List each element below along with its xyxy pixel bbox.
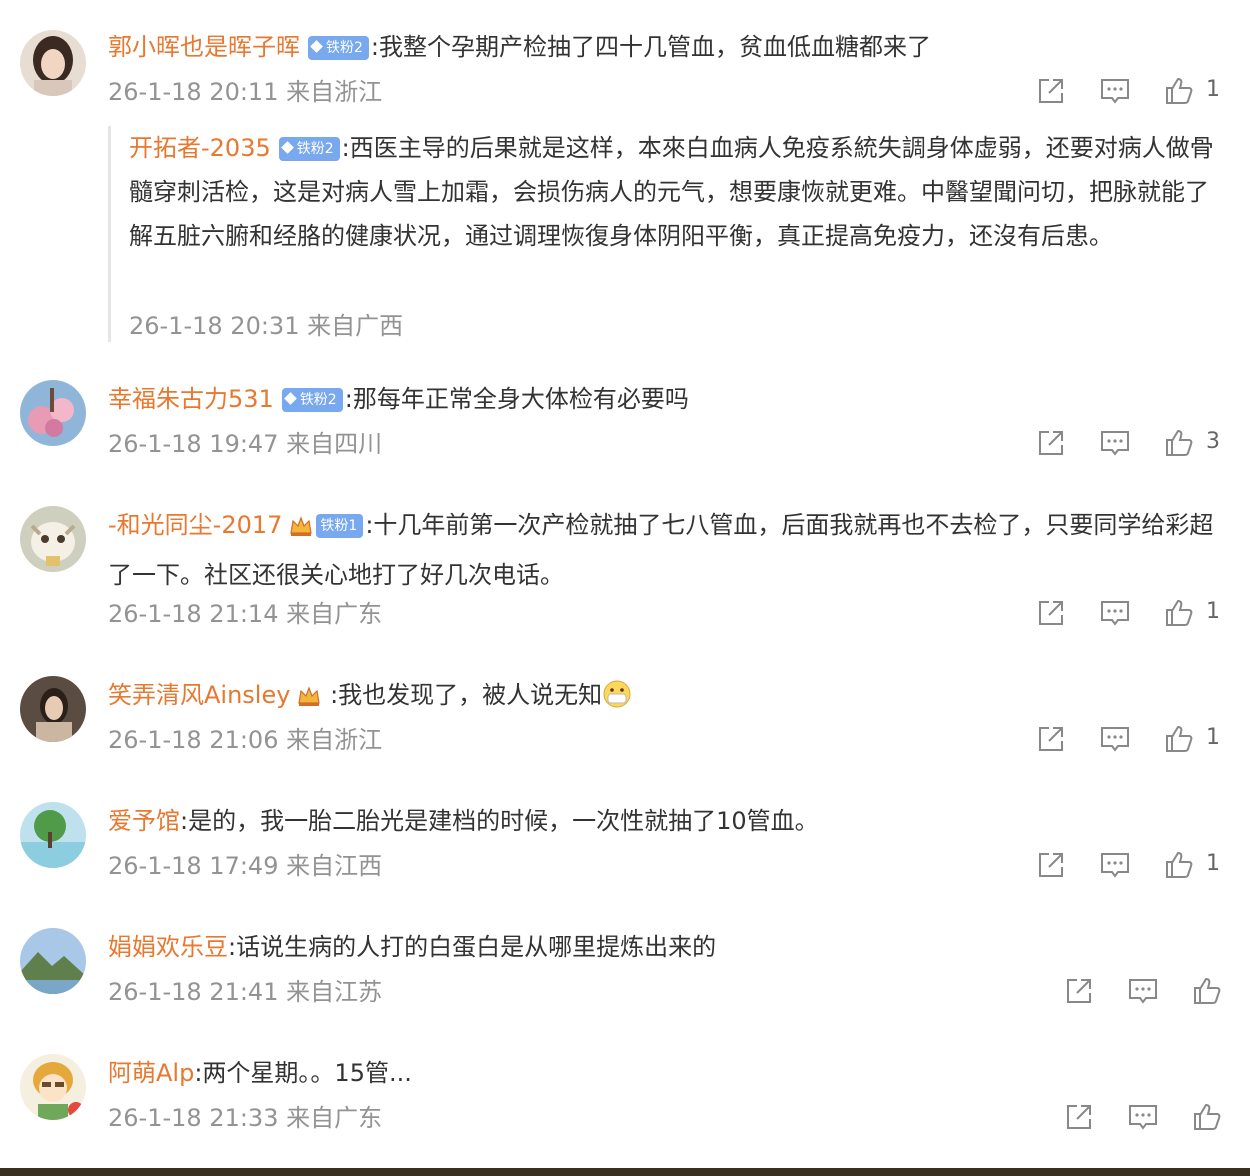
avatar[interactable]	[20, 802, 86, 868]
comment-meta: 26-1-18 19:47 来自四川	[108, 430, 383, 458]
share-icon[interactable]	[1063, 1101, 1095, 1133]
like-count: 3	[1206, 429, 1220, 454]
comment-icon[interactable]	[1099, 75, 1131, 107]
like-count: 1	[1206, 725, 1220, 750]
comment-text: 我整个孕期产检抽了四十几管血，贫血低血糖都来了	[379, 33, 932, 61]
reply-user-name[interactable]: 开拓者-2035	[129, 134, 271, 162]
colon: :	[344, 385, 353, 413]
share-icon[interactable]	[1035, 597, 1067, 629]
badge-label: 铁粉1	[320, 518, 358, 534]
share-icon[interactable]	[1035, 75, 1067, 107]
avatar[interactable]	[20, 506, 86, 572]
share-icon[interactable]	[1035, 849, 1067, 881]
like-count: 1	[1206, 77, 1220, 102]
crown-icon	[288, 509, 314, 553]
share-icon[interactable]	[1063, 975, 1095, 1007]
avatar[interactable]	[20, 1054, 86, 1120]
comment-meta: 26-1-18 21:14 来自广东	[108, 600, 383, 628]
like-count: 1	[1206, 851, 1220, 876]
colon: :	[370, 33, 380, 61]
mask-emoji-icon	[602, 679, 632, 723]
comment-text: 话说生病的人打的白蛋白是从哪里提炼出来的	[236, 933, 717, 961]
comment-icon[interactable]	[1099, 723, 1131, 755]
diamond-icon	[283, 392, 297, 405]
like-icon[interactable]	[1163, 849, 1195, 881]
like-icon[interactable]	[1163, 597, 1195, 629]
diamond-icon	[280, 141, 294, 154]
comment-icon[interactable]	[1099, 849, 1131, 881]
colon: :	[228, 933, 237, 961]
reply-meta: 26-1-18 20:31 来自广西	[129, 312, 404, 340]
avatar[interactable]	[20, 380, 86, 446]
badge-label: 铁粉2	[326, 40, 363, 56]
comment-meta: 26-1-18 21:06 来自浙江	[108, 726, 383, 754]
fan-badge[interactable]: 铁粉2	[281, 388, 343, 412]
user-name[interactable]: 幸福朱古力531	[108, 385, 274, 413]
comment-text: 是的，我一胎二胎光是建档的时候，一次性就抽了10管血。	[188, 807, 819, 835]
user-name[interactable]: 娟娟欢乐豆	[108, 933, 228, 961]
colon: :	[322, 681, 339, 709]
comment-meta: 26-1-18 20:11 来自浙江	[108, 78, 383, 106]
badge-label: 铁粉2	[299, 392, 337, 408]
fan-badge[interactable]: 铁粉1	[316, 514, 364, 538]
user-name[interactable]: 爱予馆	[108, 807, 180, 835]
like-icon[interactable]	[1191, 1101, 1223, 1133]
fan-badge[interactable]: 铁粉2	[308, 36, 369, 60]
comment-text: 那每年正常全身大体检有必要吗	[352, 385, 689, 413]
user-name[interactable]: 笑弄清风Ainsley	[108, 681, 290, 709]
comment-icon[interactable]	[1127, 975, 1159, 1007]
diamond-icon	[310, 40, 323, 53]
share-icon[interactable]	[1035, 723, 1067, 755]
user-name[interactable]: -和光同尘-2017	[108, 511, 282, 539]
like-count: 1	[1206, 599, 1220, 624]
comment-icon[interactable]	[1127, 1101, 1159, 1133]
comment-icon[interactable]	[1099, 597, 1131, 629]
avatar[interactable]	[20, 928, 86, 994]
like-icon[interactable]	[1163, 75, 1195, 107]
badge-label: 铁粉2	[296, 141, 334, 157]
avatar[interactable]	[20, 676, 86, 742]
comment-meta: 26-1-18 21:33 来自广东	[108, 1104, 383, 1132]
comment-meta: 26-1-18 17:49 来自江西	[108, 852, 383, 880]
crown-icon	[296, 679, 322, 723]
like-icon[interactable]	[1163, 723, 1195, 755]
like-icon[interactable]	[1163, 427, 1195, 459]
comment-icon[interactable]	[1099, 427, 1131, 459]
reply-block: 开拓者-2035 铁粉2:西医主导的后果就是这样，本來白血病人免疫系統失調身体虚弱…	[108, 126, 1223, 342]
comment-text: 我也发现了，被人说无知	[338, 681, 603, 709]
user-name[interactable]: 郭小晖也是晖子晖	[108, 33, 300, 61]
user-name[interactable]: 阿萌Alp	[108, 1059, 194, 1087]
bottom-image-strip	[0, 1168, 1250, 1176]
comment-text: 两个星期。。15管...	[202, 1059, 412, 1087]
share-icon[interactable]	[1035, 427, 1067, 459]
colon: :	[180, 807, 189, 835]
fan-badge[interactable]: 铁粉2	[278, 137, 340, 161]
comment-meta: 26-1-18 21:41 来自江苏	[108, 978, 383, 1006]
colon: :	[341, 134, 350, 162]
like-icon[interactable]	[1191, 975, 1223, 1007]
avatar[interactable]	[20, 30, 86, 96]
